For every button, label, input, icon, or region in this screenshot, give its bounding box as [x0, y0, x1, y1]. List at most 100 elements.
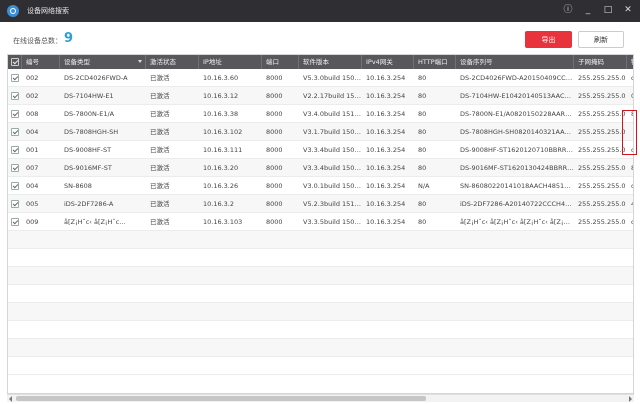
empty-row: [8, 267, 633, 285]
row-checkbox[interactable]: [8, 123, 22, 141]
column-header-subnet[interactable]: 子网掩码: [574, 55, 627, 69]
cell-software-version: V3.3.5build 1508...: [303, 217, 362, 226]
row-checkbox[interactable]: [8, 141, 22, 159]
cell-device-type: DS-7104HW-E1: [64, 91, 114, 100]
cell-port: 8000: [266, 73, 283, 82]
scroll-right-arrow-icon[interactable]: [629, 396, 632, 402]
cell-subnet: 255.255.255.0: [578, 127, 626, 136]
cell-subnet: 255.255.255.0: [578, 145, 626, 154]
table-row[interactable]: 004 DS-7808HGH-SH 已激活 10.16.3.102 8000 V…: [8, 123, 633, 141]
minimize-button[interactable]: _: [582, 4, 594, 16]
cell-ip: 10.16.3.26: [203, 181, 239, 190]
cell-http-port: 80: [418, 145, 427, 154]
table-row[interactable]: 007 DS-9016MF-ST 已激活 10.16.3.20 8000 V3.…: [8, 159, 633, 177]
column-header-port[interactable]: 端口: [262, 55, 299, 69]
empty-row: [8, 303, 633, 321]
cell-software-version: V3.0.1build 1505...: [303, 181, 362, 190]
column-header-number[interactable]: 编号: [22, 55, 60, 69]
cell-subnet: 255.255.255.0: [578, 163, 626, 172]
row-checkbox[interactable]: [8, 195, 22, 213]
cell-port: 8000: [266, 217, 283, 226]
cell-gateway: 10.16.3.254: [366, 109, 406, 118]
cell-serial: iDS-2DF7286-A20140722CCCH4735...: [460, 199, 574, 208]
cell-gateway: 10.16.3.254: [366, 127, 406, 136]
cell-device-type: iDS-2DF7286-A: [64, 199, 114, 208]
cell-http-port: 80: [418, 91, 427, 100]
column-header-activation[interactable]: 激活状态: [146, 55, 199, 69]
close-button[interactable]: ✕: [622, 4, 634, 16]
cell-gateway: 10.16.3.254: [366, 145, 406, 154]
column-header-extra[interactable]: 物: [627, 55, 633, 69]
cell-http-port: 80: [418, 199, 427, 208]
cell-extra: 8: [627, 159, 633, 177]
row-checkbox[interactable]: [8, 159, 22, 177]
cell-extra: 0: [627, 87, 633, 105]
cell-extra: c: [627, 69, 633, 87]
table-header: 编号 设备类型 激活状态 IP地址 端口 软件版本 IPv4网关 HTTP端口 …: [8, 55, 633, 69]
cell-ip: 10.16.3.60: [203, 73, 239, 82]
cell-serial: å[Z¡Hˆc‹ å[Z¡Hˆc‹ å[Z¡Hˆc‹ å[Z¡Hˆc...: [460, 217, 574, 226]
cell-gateway: 10.16.3.254: [366, 163, 406, 172]
row-checkbox[interactable]: [8, 177, 22, 195]
cell-serial: DS-7808HGH-SH0820140321AACH4...: [460, 127, 574, 136]
cell-http-port: 80: [418, 163, 427, 172]
empty-row: [8, 321, 633, 339]
cell-subnet: 255.255.255.0: [578, 199, 626, 208]
cell-ip: 10.16.3.2: [203, 199, 235, 208]
cell-port: 8000: [266, 145, 283, 154]
cell-ip: 10.16.3.102: [203, 127, 243, 136]
cell-port: 8000: [266, 163, 283, 172]
empty-row: [8, 231, 633, 249]
cell-number: 001: [26, 145, 39, 154]
cell-device-type: SN-8608: [64, 181, 92, 190]
empty-row: [8, 339, 633, 357]
cell-activation: 已激活: [150, 73, 170, 82]
cell-number: 007: [26, 163, 39, 172]
select-all-checkbox[interactable]: [8, 55, 22, 69]
cell-device-type: DS-9008HF-ST: [64, 145, 112, 154]
horizontal-scrollbar[interactable]: [7, 394, 634, 402]
row-checkbox[interactable]: [8, 213, 22, 231]
row-checkbox[interactable]: [8, 105, 22, 123]
column-header-serial[interactable]: 设备序列号: [456, 55, 574, 69]
info-icon[interactable]: ⓘ: [562, 4, 574, 16]
cell-ip: 10.16.3.38: [203, 109, 239, 118]
cell-device-type: DS-2CD4026FWD-A: [64, 73, 128, 82]
cell-gateway: 10.16.3.254: [366, 91, 406, 100]
cell-serial: DS-7104HW-E10420140513AACH13...: [460, 91, 574, 100]
online-count-value: 9: [64, 31, 74, 46]
scroll-left-arrow-icon[interactable]: [9, 396, 12, 402]
cell-device-type: DS-7800N-E1/A: [64, 109, 115, 118]
table-row[interactable]: 002 DS-2CD4026FWD-A 已激活 10.16.3.60 8000 …: [8, 69, 633, 87]
cell-number: 009: [26, 217, 39, 226]
cell-serial: DS-7800N-E1/A0820150228AARR50...: [460, 109, 574, 118]
table-row[interactable]: 008 DS-7800N-E1/A 已激活 10.16.3.38 8000 V3…: [8, 105, 633, 123]
cell-http-port: 80: [418, 127, 427, 136]
cell-serial: DS-9008HF-ST1620120710BBRR409...: [460, 145, 574, 154]
row-checkbox[interactable]: [8, 87, 22, 105]
scrollbar-thumb[interactable]: [16, 396, 426, 401]
column-header-ip[interactable]: IP地址: [199, 55, 262, 69]
cell-serial: DS-2CD4026FWD-A20150409CCCH...: [460, 73, 574, 82]
cell-gateway: 10.16.3.254: [366, 73, 406, 82]
table-row[interactable]: 001 DS-9008HF-ST 已激活 10.16.3.111 8000 V3…: [8, 141, 633, 159]
cell-software-version: V5.3.0build 1503...: [303, 73, 362, 82]
cell-ip: 10.16.3.103: [203, 217, 243, 226]
column-header-software-version[interactable]: 软件版本: [299, 55, 362, 69]
column-header-http-port[interactable]: HTTP端口: [414, 55, 456, 69]
red-highlight-box: [622, 110, 637, 155]
maximize-button[interactable]: □: [602, 4, 614, 16]
table-row[interactable]: 009 å[Z¡Hˆc‹ å[Z¡Hˆc... 已激活 10.16.3.103 …: [8, 213, 633, 231]
column-header-device-type[interactable]: 设备类型: [60, 55, 146, 69]
cell-subnet: 255.255.255.0: [578, 109, 626, 118]
export-button[interactable]: 导出: [525, 31, 572, 48]
column-header-gateway[interactable]: IPv4网关: [362, 55, 414, 69]
row-checkbox[interactable]: [8, 69, 22, 87]
table-row[interactable]: 004 SN-8608 已激活 10.16.3.26 8000 V3.0.1bu…: [8, 177, 633, 195]
table-row[interactable]: 005 iDS-2DF7286-A 已激活 10.16.3.2 8000 V5.…: [8, 195, 633, 213]
table-row[interactable]: 002 DS-7104HW-E1 已激活 10.16.3.12 8000 V2.…: [8, 87, 633, 105]
cell-port: 8000: [266, 127, 283, 136]
cell-gateway: 10.16.3.254: [366, 217, 406, 226]
refresh-button[interactable]: 刷新: [578, 31, 624, 48]
online-count-label: 在线设备总数：: [13, 37, 62, 45]
